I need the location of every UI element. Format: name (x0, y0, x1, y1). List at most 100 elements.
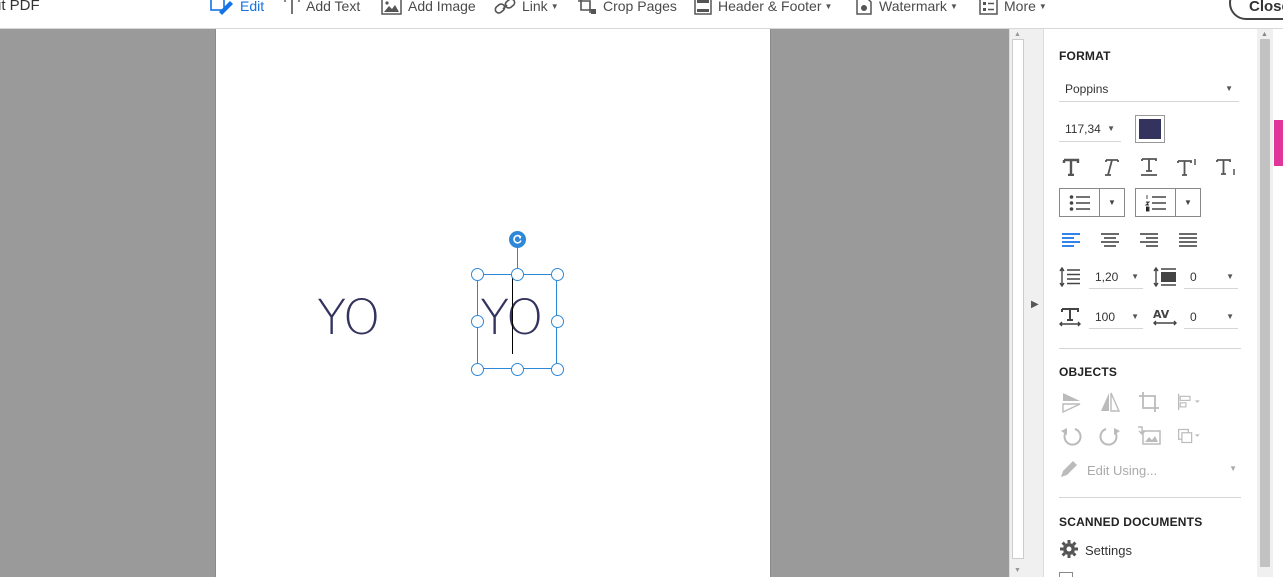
color-swatch-fill (1139, 119, 1161, 139)
section-divider (1059, 497, 1241, 498)
rotate-right-icon[interactable] (1097, 424, 1123, 448)
align-objects-icon[interactable] (1177, 390, 1203, 414)
link-label: Link (522, 0, 548, 14)
more-icon (979, 0, 998, 15)
document-scrollbar[interactable]: ▲ ▼ (1009, 29, 1026, 577)
watermark-button[interactable]: Watermark ▼ (855, 0, 958, 16)
watermark-label: Watermark (879, 0, 947, 14)
font-family-dropdown[interactable]: Poppins ▼ (1059, 76, 1239, 102)
chevron-down-icon[interactable]: ▼ (1176, 189, 1200, 216)
resize-handle-se[interactable] (551, 363, 564, 376)
scanned-settings-button[interactable]: Settings (1059, 539, 1132, 562)
underline-icon[interactable] (1136, 155, 1162, 179)
bold-icon[interactable] (1058, 155, 1084, 179)
selection-box[interactable] (477, 274, 557, 369)
panel-scroll-thumb[interactable] (1260, 39, 1270, 567)
header-footer-button[interactable]: Header & Footer ▼ (694, 0, 832, 16)
watermark-icon (855, 0, 873, 15)
header-footer-icon (694, 0, 712, 15)
scanned-section-title: SCANNED DOCUMENTS (1059, 515, 1203, 529)
crop-image-icon[interactable] (1136, 390, 1162, 414)
chevron-down-icon: ▼ (1131, 312, 1139, 321)
character-spacing-dropdown[interactable]: 0 ▼ (1184, 305, 1238, 329)
horizontal-scale-icon (1057, 305, 1083, 329)
italic-icon[interactable] (1097, 155, 1123, 179)
objects-section-title: OBJECTS (1059, 365, 1118, 379)
chevron-down-icon: ▼ (1226, 312, 1234, 321)
scroll-up-icon[interactable]: ▲ (1261, 31, 1268, 38)
close-button[interactable]: Close (1229, 0, 1283, 20)
resize-handle-n[interactable] (511, 268, 524, 281)
add-text-button[interactable]: Add Text (284, 0, 360, 16)
numbered-list-icon[interactable] (1136, 189, 1176, 216)
format-section-title: FORMAT (1059, 49, 1111, 63)
replace-image-icon[interactable] (1136, 424, 1162, 448)
chevron-down-icon[interactable]: ▼ (1100, 189, 1124, 216)
flip-horizontal-icon[interactable] (1097, 390, 1123, 414)
resize-handle-nw[interactable] (471, 268, 484, 281)
character-spacing-value: 0 (1190, 310, 1197, 324)
chevron-down-icon: ▼ (824, 1, 833, 11)
horizontal-scale-dropdown[interactable]: 100 ▼ (1089, 305, 1143, 329)
link-icon (494, 0, 516, 15)
format-panel: FORMAT Poppins ▼ 117,34 ▼ ▼ ▼ 1,20 ▼ 0 ▼… (1045, 29, 1257, 577)
text-block-left[interactable]: YO (317, 294, 380, 342)
panel-collapse-rail[interactable]: ▶ (1026, 29, 1044, 577)
resize-handle-sw[interactable] (471, 363, 484, 376)
collapse-panel-icon[interactable]: ▶ (1031, 299, 1039, 310)
chevron-down-icon: ▼ (949, 1, 958, 11)
arrange-icon[interactable] (1177, 424, 1203, 448)
edit-label: Edit (240, 0, 265, 14)
align-right-icon[interactable] (1136, 228, 1162, 252)
line-spacing-dropdown[interactable]: 1,20 ▼ (1089, 265, 1143, 289)
resize-handle-s[interactable] (511, 363, 524, 376)
scanned-option-checkbox[interactable] (1059, 572, 1073, 577)
crop-pages-label: Crop Pages (603, 0, 677, 14)
rotate-left-icon[interactable] (1058, 424, 1084, 448)
add-text-label: Add Text (306, 0, 361, 14)
crop-pages-button[interactable]: Crop Pages (577, 0, 677, 16)
chevron-down-icon: ▼ (1226, 272, 1234, 281)
pdf-page[interactable]: YO YO (215, 29, 771, 577)
line-spacing-icon (1057, 265, 1083, 289)
font-size-dropdown[interactable]: 117,34 ▼ (1059, 116, 1121, 142)
scroll-down-icon[interactable]: ▼ (1014, 567, 1021, 574)
align-justify-icon[interactable] (1175, 228, 1201, 252)
chevron-down-icon: ▼ (1131, 272, 1139, 281)
paragraph-spacing-dropdown[interactable]: 0 ▼ (1184, 265, 1238, 289)
resize-handle-w[interactable] (471, 315, 484, 328)
horizontal-scale-value: 100 (1095, 310, 1116, 324)
top-toolbar: it PDF Edit Add Text Add Image Link ▼ Cr… (0, 0, 1283, 29)
more-button[interactable]: More ▼ (979, 0, 1047, 16)
edit-using-dropdown[interactable]: Edit Using... ▼ (1059, 458, 1237, 482)
resize-handle-ne[interactable] (551, 268, 564, 281)
edit-tool-button[interactable]: Edit (210, 0, 264, 16)
subscript-icon[interactable] (1214, 155, 1240, 179)
font-color-picker[interactable] (1135, 115, 1165, 143)
side-tab-marker[interactable] (1274, 120, 1283, 166)
rotate-handle-icon[interactable] (509, 231, 526, 248)
add-text-icon (284, 0, 300, 15)
superscript-icon[interactable] (1175, 155, 1201, 179)
add-image-button[interactable]: Add Image (381, 0, 476, 16)
align-center-icon[interactable] (1097, 228, 1123, 252)
scroll-thumb[interactable] (1012, 39, 1024, 559)
bullet-list-control[interactable]: ▼ (1059, 188, 1125, 217)
settings-label: Settings (1085, 543, 1132, 558)
bullet-list-icon[interactable] (1060, 189, 1100, 216)
line-spacing-value: 1,20 (1095, 270, 1119, 284)
font-family-value: Poppins (1065, 82, 1109, 96)
chevron-down-icon: ▼ (1229, 464, 1237, 473)
flip-vertical-icon[interactable] (1058, 390, 1084, 414)
resize-handle-e[interactable] (551, 315, 564, 328)
link-button[interactable]: Link ▼ (494, 0, 559, 16)
chevron-down-icon: ▼ (550, 1, 559, 11)
crop-icon (577, 0, 597, 15)
paragraph-spacing-icon (1152, 265, 1178, 289)
panel-scrollbar[interactable]: ▲ (1257, 29, 1273, 577)
add-image-label: Add Image (408, 0, 476, 14)
align-left-icon[interactable] (1058, 228, 1084, 252)
numbered-list-control[interactable]: ▼ (1135, 188, 1201, 217)
scroll-up-icon[interactable]: ▲ (1014, 31, 1021, 38)
paragraph-spacing-value: 0 (1190, 270, 1197, 284)
